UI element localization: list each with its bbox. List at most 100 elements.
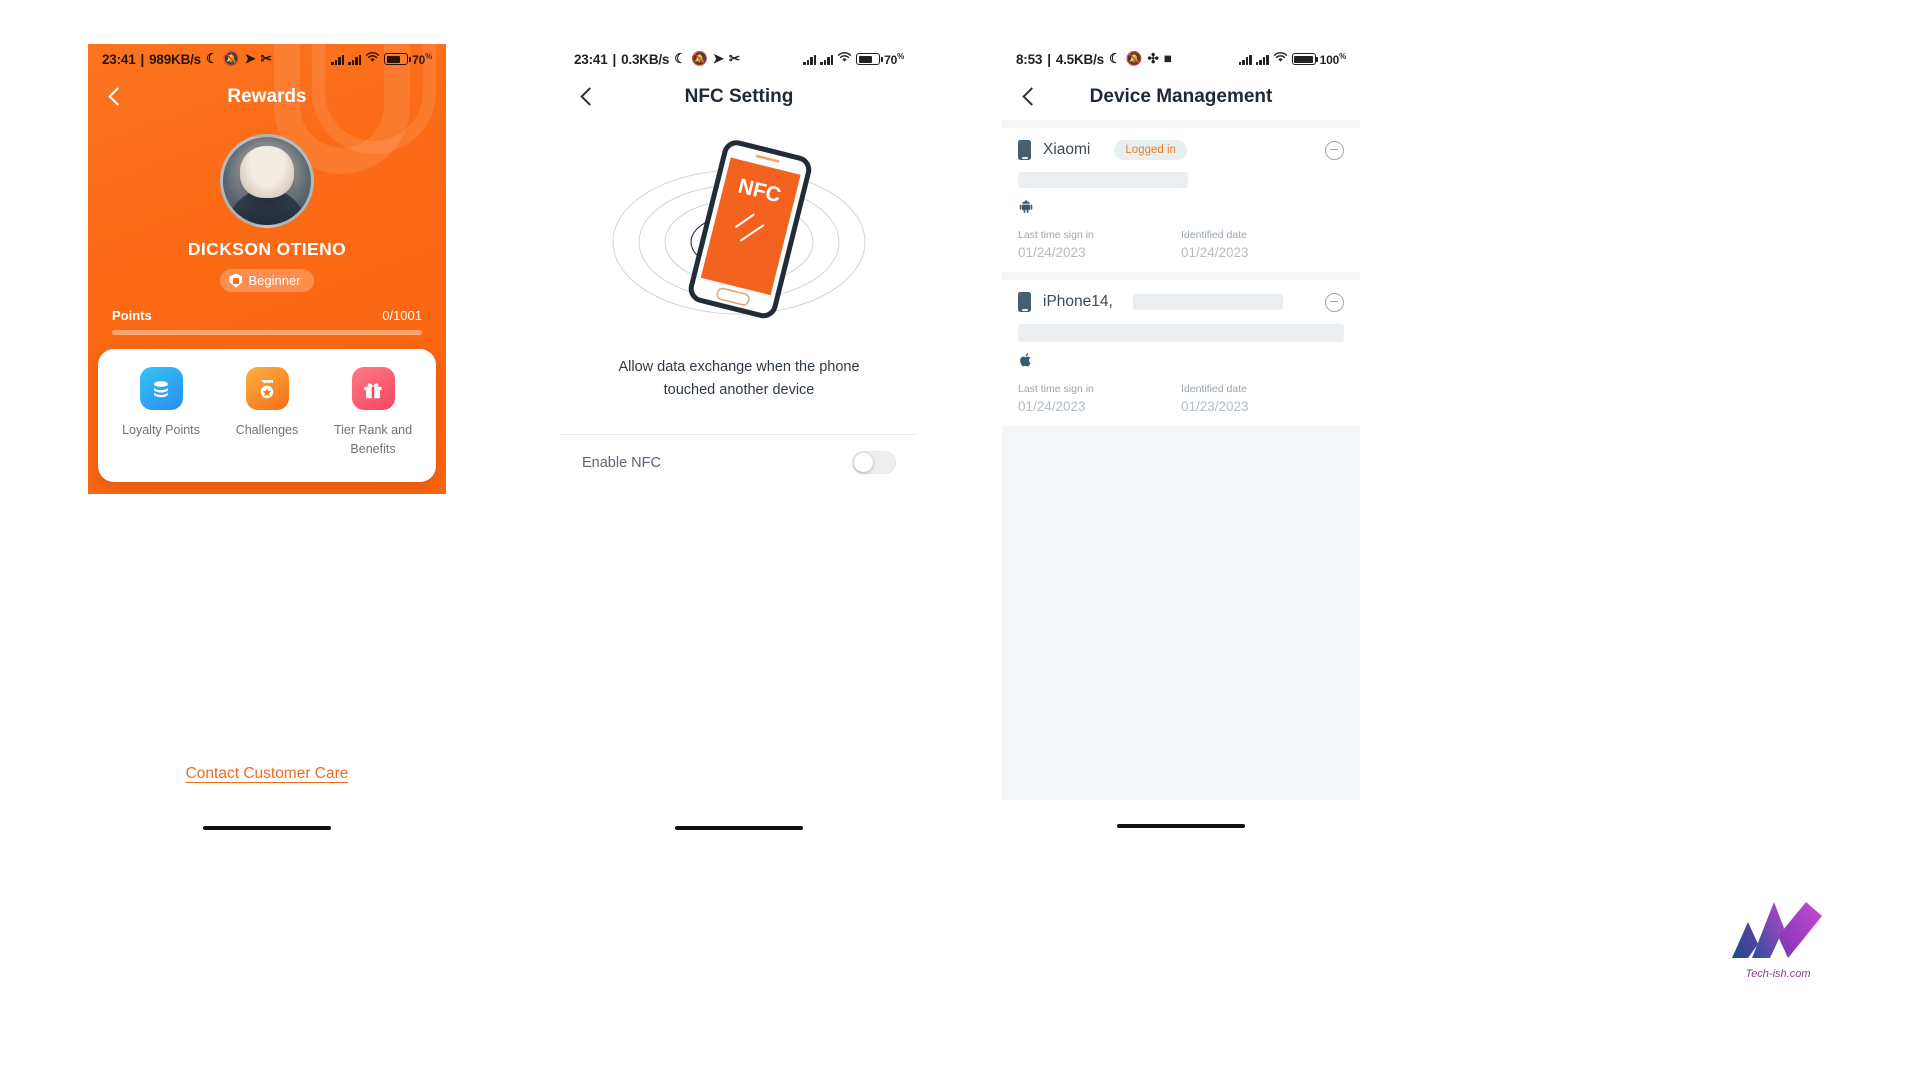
battery-icon [856,53,883,65]
moon-icon: ☾ [674,51,687,67]
status-time: 8:53 [1016,51,1043,67]
moon-icon: ☾ [206,51,218,67]
points-progress-bar [112,330,422,335]
status-bar: 23:41 | 989KB/s ☾ 🔕 ➤ ✂ 70% [88,44,446,74]
points-value: 0/1001 [382,308,422,323]
quick-action-label: Loyalty Points [122,423,200,437]
identified-date-label: Identified date [1181,229,1247,241]
nav-bar: Rewards [88,74,446,120]
identified-date-label: Identified date [1181,383,1247,395]
back-arrow-icon[interactable] [1018,86,1040,108]
status-network-speed: 0.3KB/s [621,51,670,67]
battery-percent: 70% [412,51,432,67]
device-list: Xiaomi Logged in Last time sign in 01/24… [1002,120,1360,800]
nfc-phone-illustration: NFC [560,134,918,342]
home-indicator-2 [560,820,918,844]
identified-date-col: Identified date 01/24/2023 [1181,229,1344,260]
quick-actions-card: Loyalty Points Challenges Tier Rank and … [98,349,436,482]
points-row: Points 0/1001 [112,308,422,323]
device-header: iPhone14, [1002,280,1360,322]
missed-call-icon: ✂ [260,51,272,67]
page-title: NFC Setting [684,86,794,107]
status-time: 23:41 [102,51,136,67]
last-sign-in-label: Last time sign in [1018,383,1094,395]
redacted-device-id [1018,324,1344,342]
phone-screen-device-management: 8:53 | 4.5KB/s ☾ 🔕 ✣ ■ 100% Device Manag… [1002,44,1360,824]
remove-device-button[interactable] [1325,292,1344,312]
location-arrow-icon: ➤ [244,51,256,67]
watermark: Tech-ish.com [1718,888,1838,980]
device-meta: Last time sign in 01/24/2023 Identified … [1002,219,1360,260]
page-title: Device Management [1089,86,1273,107]
enable-nfc-label: Enable NFC [582,454,661,471]
signal-icon-sim1 [803,54,817,65]
watermark-text: Tech-ish.com [1745,968,1811,980]
contact-customer-care-link[interactable]: Contact Customer Care [186,765,349,782]
phone-icon [1018,140,1031,160]
battery-percent: 100% [1319,51,1347,67]
signal-icon-sim2 [1255,54,1269,65]
enable-nfc-toggle[interactable] [852,451,896,475]
device-card[interactable]: iPhone14, Last time sign in 01/24/2023 I… [1002,280,1360,426]
phone-icon [1018,292,1031,312]
settings-gear-icon: ✣ [1147,51,1159,67]
wifi-icon [1273,52,1288,66]
gift-icon [351,367,395,410]
nfc-description: Allow data exchange when the phone touch… [618,359,860,399]
os-row [1002,342,1360,373]
status-network-speed: 4.5KB/s [1055,51,1104,67]
last-sign-in-col: Last time sign in 01/24/2023 [1018,383,1181,414]
status-separator: | [612,51,617,67]
status-bar: 23:41 | 0.3KB/s ☾ 🔕 ➤ ✂ 70% [560,44,918,74]
quick-action-label: Challenges [235,423,299,437]
device-header: Xiaomi Logged in [1002,128,1360,170]
enable-nfc-row[interactable]: Enable NFC [560,435,918,475]
tech-ish-logo-icon [1732,902,1822,958]
home-indicator-1 [88,820,446,844]
screenshot-stage: 23:41 | 989KB/s ☾ 🔕 ➤ ✂ 70% Rewards DICK… [0,0,1920,1080]
device-name: Xiaomi [1043,141,1091,158]
coins-stack-icon [139,367,183,410]
quick-action-tier-rank[interactable]: Tier Rank and Benefits [320,367,426,482]
redacted-device-name [1132,294,1283,310]
apple-icon [1018,353,1034,372]
mute-bell-icon: 🔕 [222,51,240,67]
page-title: Rewards [227,86,307,107]
quick-action-challenges[interactable]: Challenges [214,367,320,482]
footer-link-wrap: Contact Customer Care [88,765,446,783]
last-sign-in-value: 01/24/2023 [1018,399,1086,414]
signal-icon-sim1 [331,54,345,65]
avatar[interactable] [220,134,314,228]
moon-icon: ☾ [1108,51,1121,67]
status-badge: Logged in [1114,140,1187,160]
back-arrow-icon[interactable] [104,86,126,108]
home-indicator-3 [1002,818,1360,842]
quick-action-label: Tier Rank and Benefits [333,423,413,457]
tier-badge[interactable]: Beginner [220,269,314,292]
phone-screen-rewards: 23:41 | 989KB/s ☾ 🔕 ➤ ✂ 70% Rewards DICK… [88,44,446,494]
status-network-speed: 989KB/s [149,51,201,67]
android-icon [1018,200,1034,218]
nav-bar: Device Management [1002,74,1360,120]
nav-bar: NFC Setting [560,74,918,120]
back-arrow-icon[interactable] [576,86,598,108]
last-sign-in-col: Last time sign in 01/24/2023 [1018,229,1181,260]
user-name: DICKSON OTIENO [187,239,347,259]
os-row [1002,188,1360,219]
signal-icon-sim1 [1238,54,1252,65]
device-card[interactable]: Xiaomi Logged in Last time sign in 01/24… [1002,128,1360,272]
quick-action-loyalty-points[interactable]: Loyalty Points [108,367,214,482]
redacted-device-id [1018,172,1188,188]
signal-icon-sim2 [348,54,362,65]
remove-device-button[interactable] [1325,140,1344,160]
device-meta: Last time sign in 01/24/2023 Identified … [1002,373,1360,414]
status-separator: | [140,51,145,67]
wifi-icon [365,52,380,66]
status-separator: | [1047,51,1051,67]
battery-icon [1291,53,1319,65]
signal-icon-sim2 [820,54,834,65]
status-bar: 8:53 | 4.5KB/s ☾ 🔕 ✣ ■ 100% [1002,44,1360,74]
last-sign-in-value: 01/24/2023 [1018,245,1086,260]
stop-square-icon: ■ [1163,51,1172,67]
missed-call-icon: ✂ [728,51,740,67]
